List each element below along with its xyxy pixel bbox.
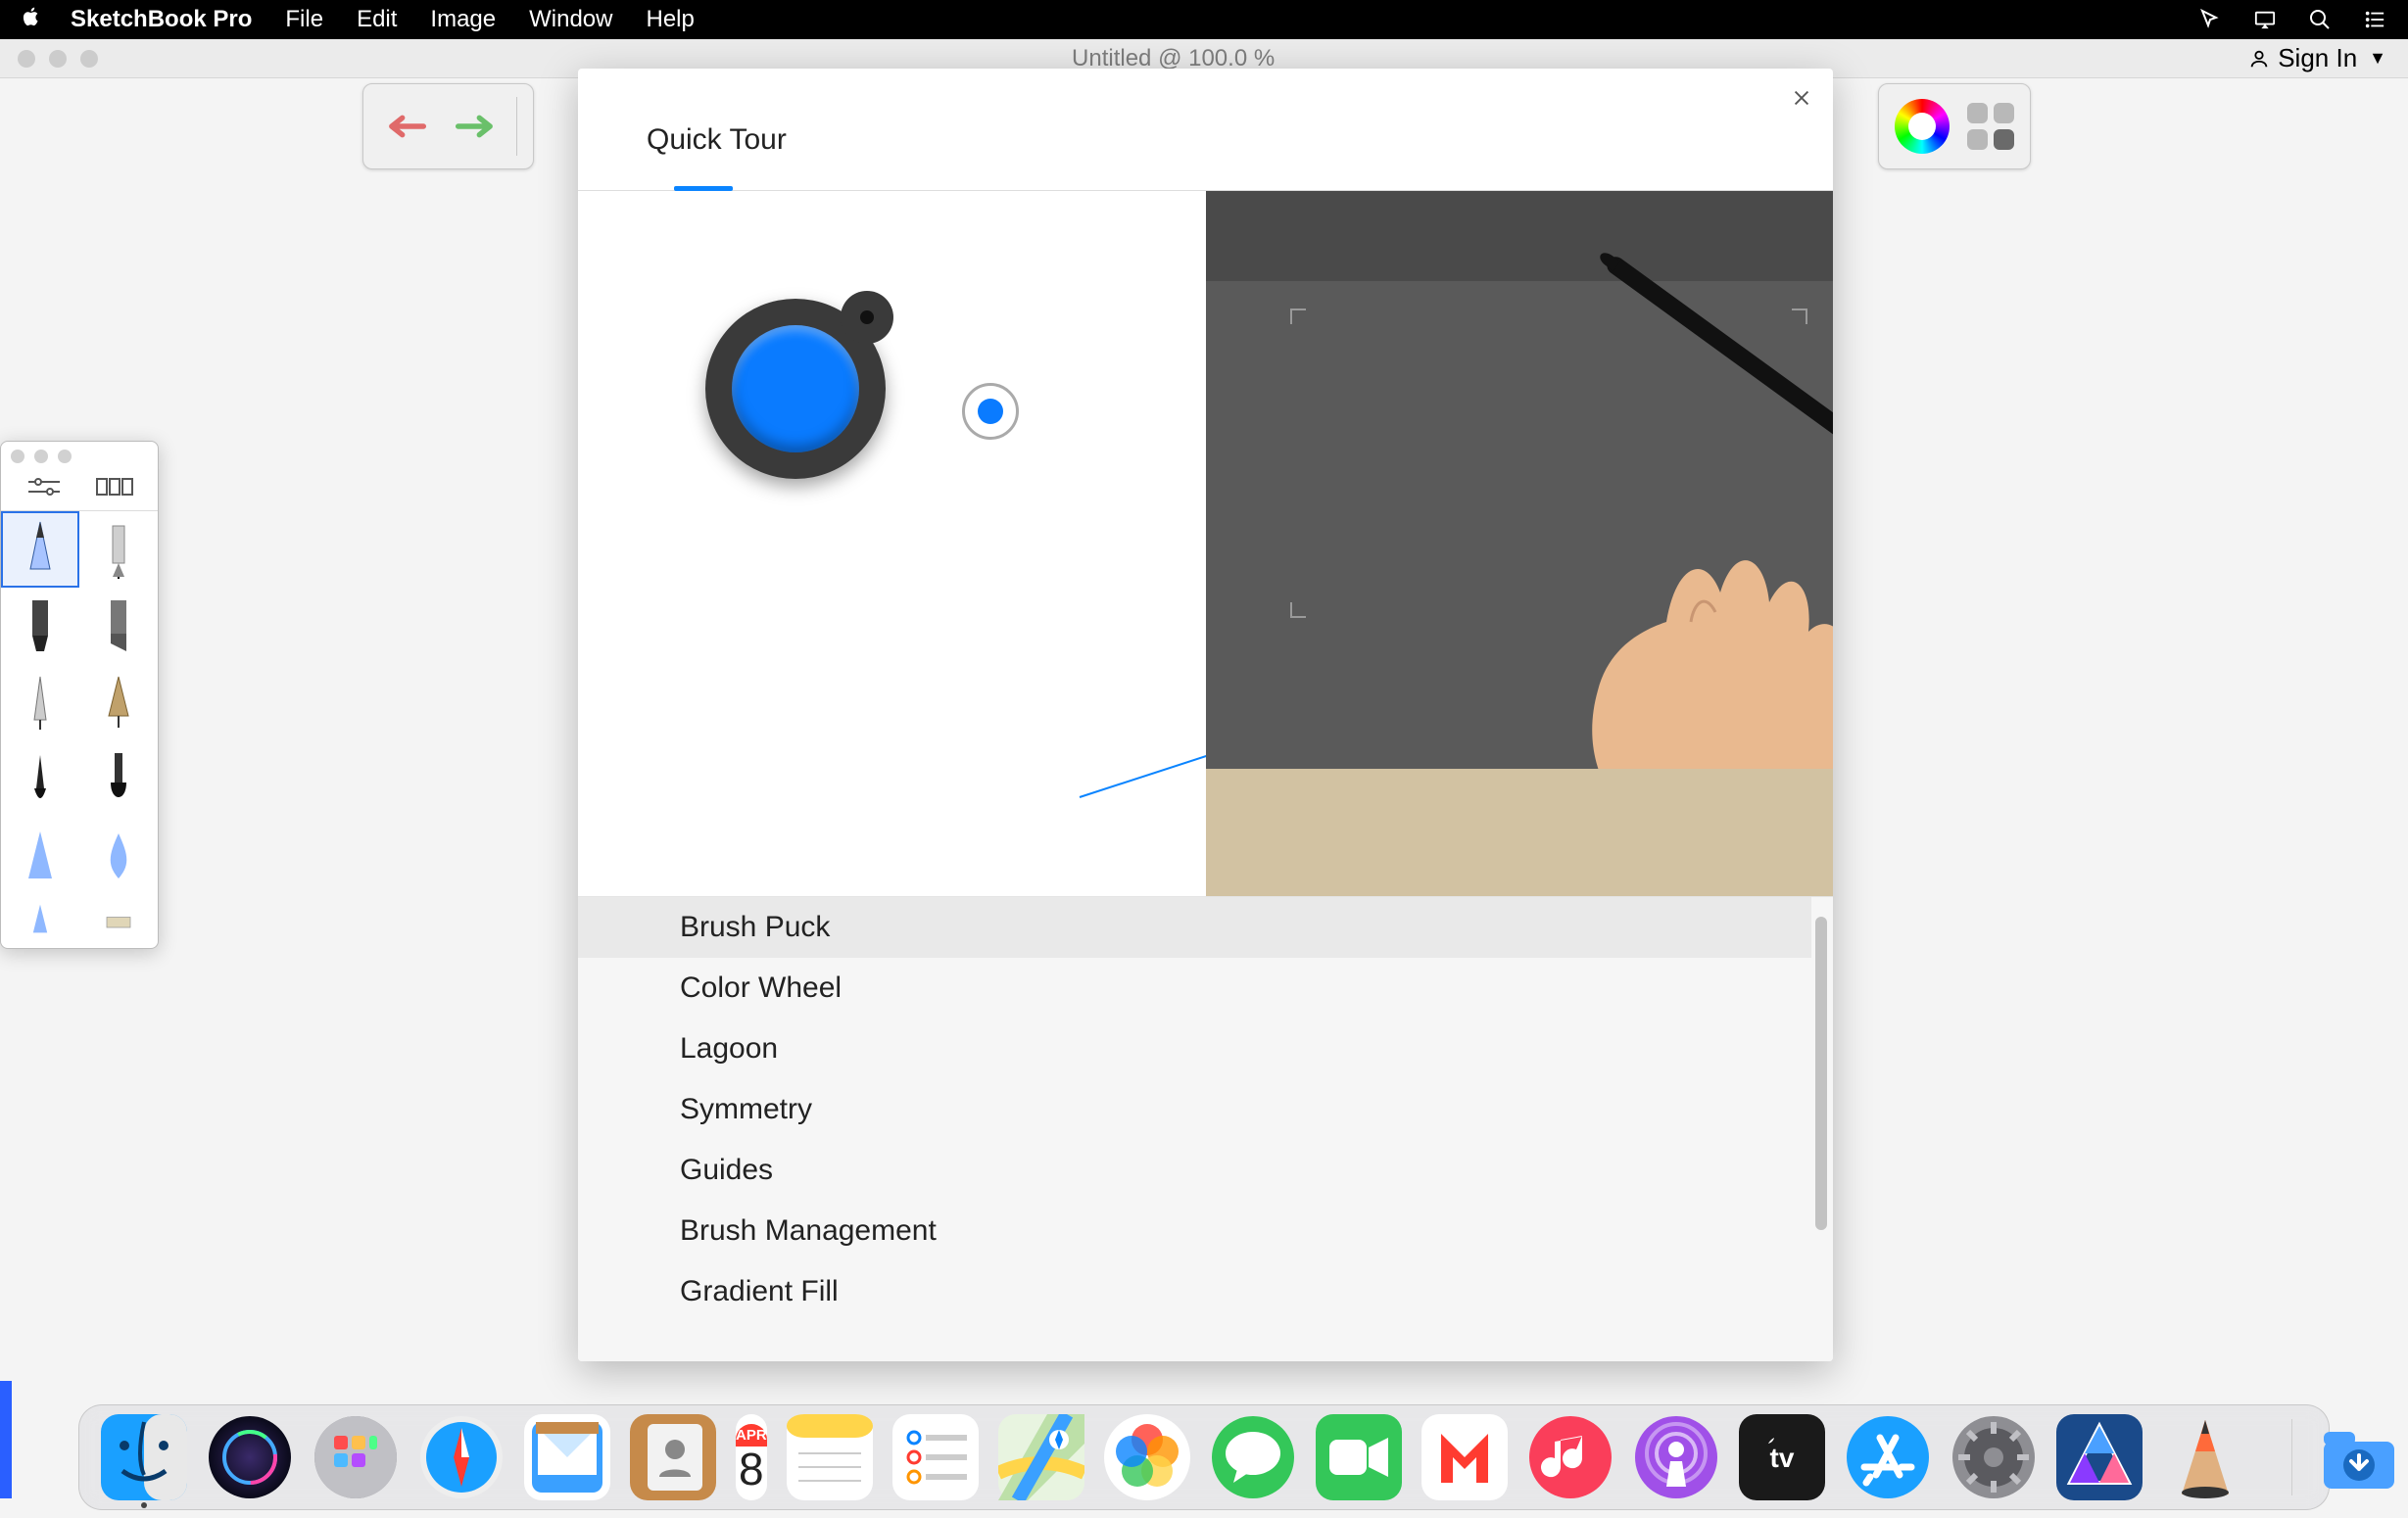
brush-fine-pen[interactable] [1,664,79,740]
quick-tour-topic-list: Brush Puck Color Wheel Lagoon Symmetry G… [578,896,1833,1361]
brush-sliders-icon[interactable] [24,475,64,498]
menu-image[interactable]: Image [430,6,496,33]
brush-grid [1,511,158,893]
app-toolbar-right [1878,83,2031,169]
brush-flat[interactable] [79,893,158,944]
brush-size-preview-icon [962,383,1019,440]
brush-technical-pen[interactable] [79,511,158,588]
brush-calligraphy[interactable] [79,740,158,817]
tour-item-symmetry[interactable]: Symmetry [578,1079,1811,1140]
sign-in-button[interactable]: Sign In ▼ [2248,43,2386,73]
dock-mail[interactable] [524,1414,610,1500]
brush-waterdrop[interactable] [79,817,158,893]
tour-item-color-wheel[interactable]: Color Wheel [578,958,1811,1019]
desktop-wallpaper-edge [0,1381,12,1498]
zoom-window-button[interactable] [80,50,98,68]
menu-list-icon[interactable] [2361,6,2388,33]
toolbar-divider [516,97,517,156]
brush-puck-inner [732,325,859,452]
stroke-line-icon [1080,730,1206,798]
app-toolbar [362,83,534,169]
tour-item-brush-puck[interactable]: Brush Puck [578,897,1811,958]
apple-menu-icon[interactable] [20,5,43,35]
undo-button[interactable] [379,99,434,154]
brush-ink[interactable] [1,740,79,817]
quick-tour-modal: Quick Tour [578,69,1833,1361]
quick-tour-illustration [578,191,1206,896]
brush-puck-tab-icon [841,291,893,344]
dock-safari[interactable] [418,1414,505,1500]
brush-nib-pen[interactable] [79,664,158,740]
sign-in-label: Sign In [2278,43,2357,73]
dock-calendar[interactable]: APR 8 [736,1414,767,1500]
dock-sketchbook[interactable] [2162,1414,2248,1500]
window-traffic-lights[interactable] [18,50,98,68]
quick-tour-title: Quick Tour [647,123,787,157]
tour-item-guides[interactable]: Guides [578,1140,1811,1201]
menu-file[interactable]: File [285,6,323,33]
svg-text:tv: tv [1769,1443,1794,1473]
brush-grid-icon[interactable] [95,475,134,498]
chevron-down-icon: ▼ [2369,48,2386,69]
dock-siri[interactable] [207,1414,293,1500]
menu-help[interactable]: Help [646,6,694,33]
stylus-icon [1604,254,1833,452]
dock-affinity-photo[interactable] [2056,1414,2143,1500]
brush-soft-cone[interactable] [1,817,79,893]
dock-reminders[interactable] [892,1414,979,1500]
quick-tour-scrollbar[interactable] [1815,917,1827,1230]
dock-finder[interactable] [101,1414,187,1500]
brush-marker[interactable] [1,588,79,664]
close-modal-button[interactable] [1784,80,1819,116]
panel-layout-button[interactable] [1967,103,2014,150]
palette-traffic-lights[interactable] [1,442,158,465]
brush-small-cone[interactable] [1,893,79,944]
dock-podcasts[interactable] [1633,1414,1719,1500]
quick-tour-hero [578,191,1833,896]
brush-puck-icon [705,299,886,479]
dock-settings[interactable] [1950,1414,2037,1500]
close-window-button[interactable] [18,50,35,68]
dock-music[interactable] [1527,1414,1613,1500]
minimize-window-button[interactable] [49,50,67,68]
brush-grid-extra-row [1,893,158,944]
dock-appstore[interactable] [1845,1414,1931,1500]
color-wheel-button[interactable] [1895,99,1950,154]
dock-notes[interactable] [787,1414,873,1500]
calendar-day-label: 8 [739,1447,764,1492]
dock-downloads[interactable] [2316,1414,2402,1500]
tour-item-lagoon[interactable]: Lagoon [578,1019,1811,1079]
dock-messages[interactable] [1210,1414,1296,1500]
cursor-icon[interactable] [2196,6,2224,33]
dock-separator [2291,1419,2292,1495]
dock-facetime[interactable] [1316,1414,1402,1500]
menu-edit[interactable]: Edit [357,6,397,33]
menu-window[interactable]: Window [529,6,612,33]
quick-tour-video-preview[interactable] [1206,191,1834,896]
dock-appletv[interactable]: tv [1739,1414,1825,1500]
screen-mirror-icon[interactable] [2251,6,2279,33]
brush-palette [0,441,159,949]
brush-chisel[interactable] [79,588,158,664]
redo-button[interactable] [448,99,503,154]
dock-maps[interactable] [998,1414,1084,1500]
dock-contacts[interactable] [630,1414,716,1500]
brush-pencil[interactable] [1,511,79,588]
dock-photos[interactable] [1104,1414,1190,1500]
dock-news[interactable] [1421,1414,1508,1500]
spotlight-search-icon[interactable] [2306,6,2334,33]
tour-item-gradient-fill[interactable]: Gradient Fill [578,1261,1811,1322]
dock: APR 8 tv [78,1404,2330,1510]
tour-item-brush-management[interactable]: Brush Management [578,1201,1811,1261]
macos-menubar: SketchBook Pro File Edit Image Window He… [0,0,2408,39]
app-name[interactable]: SketchBook Pro [71,6,252,33]
dock-launchpad[interactable] [313,1414,399,1500]
